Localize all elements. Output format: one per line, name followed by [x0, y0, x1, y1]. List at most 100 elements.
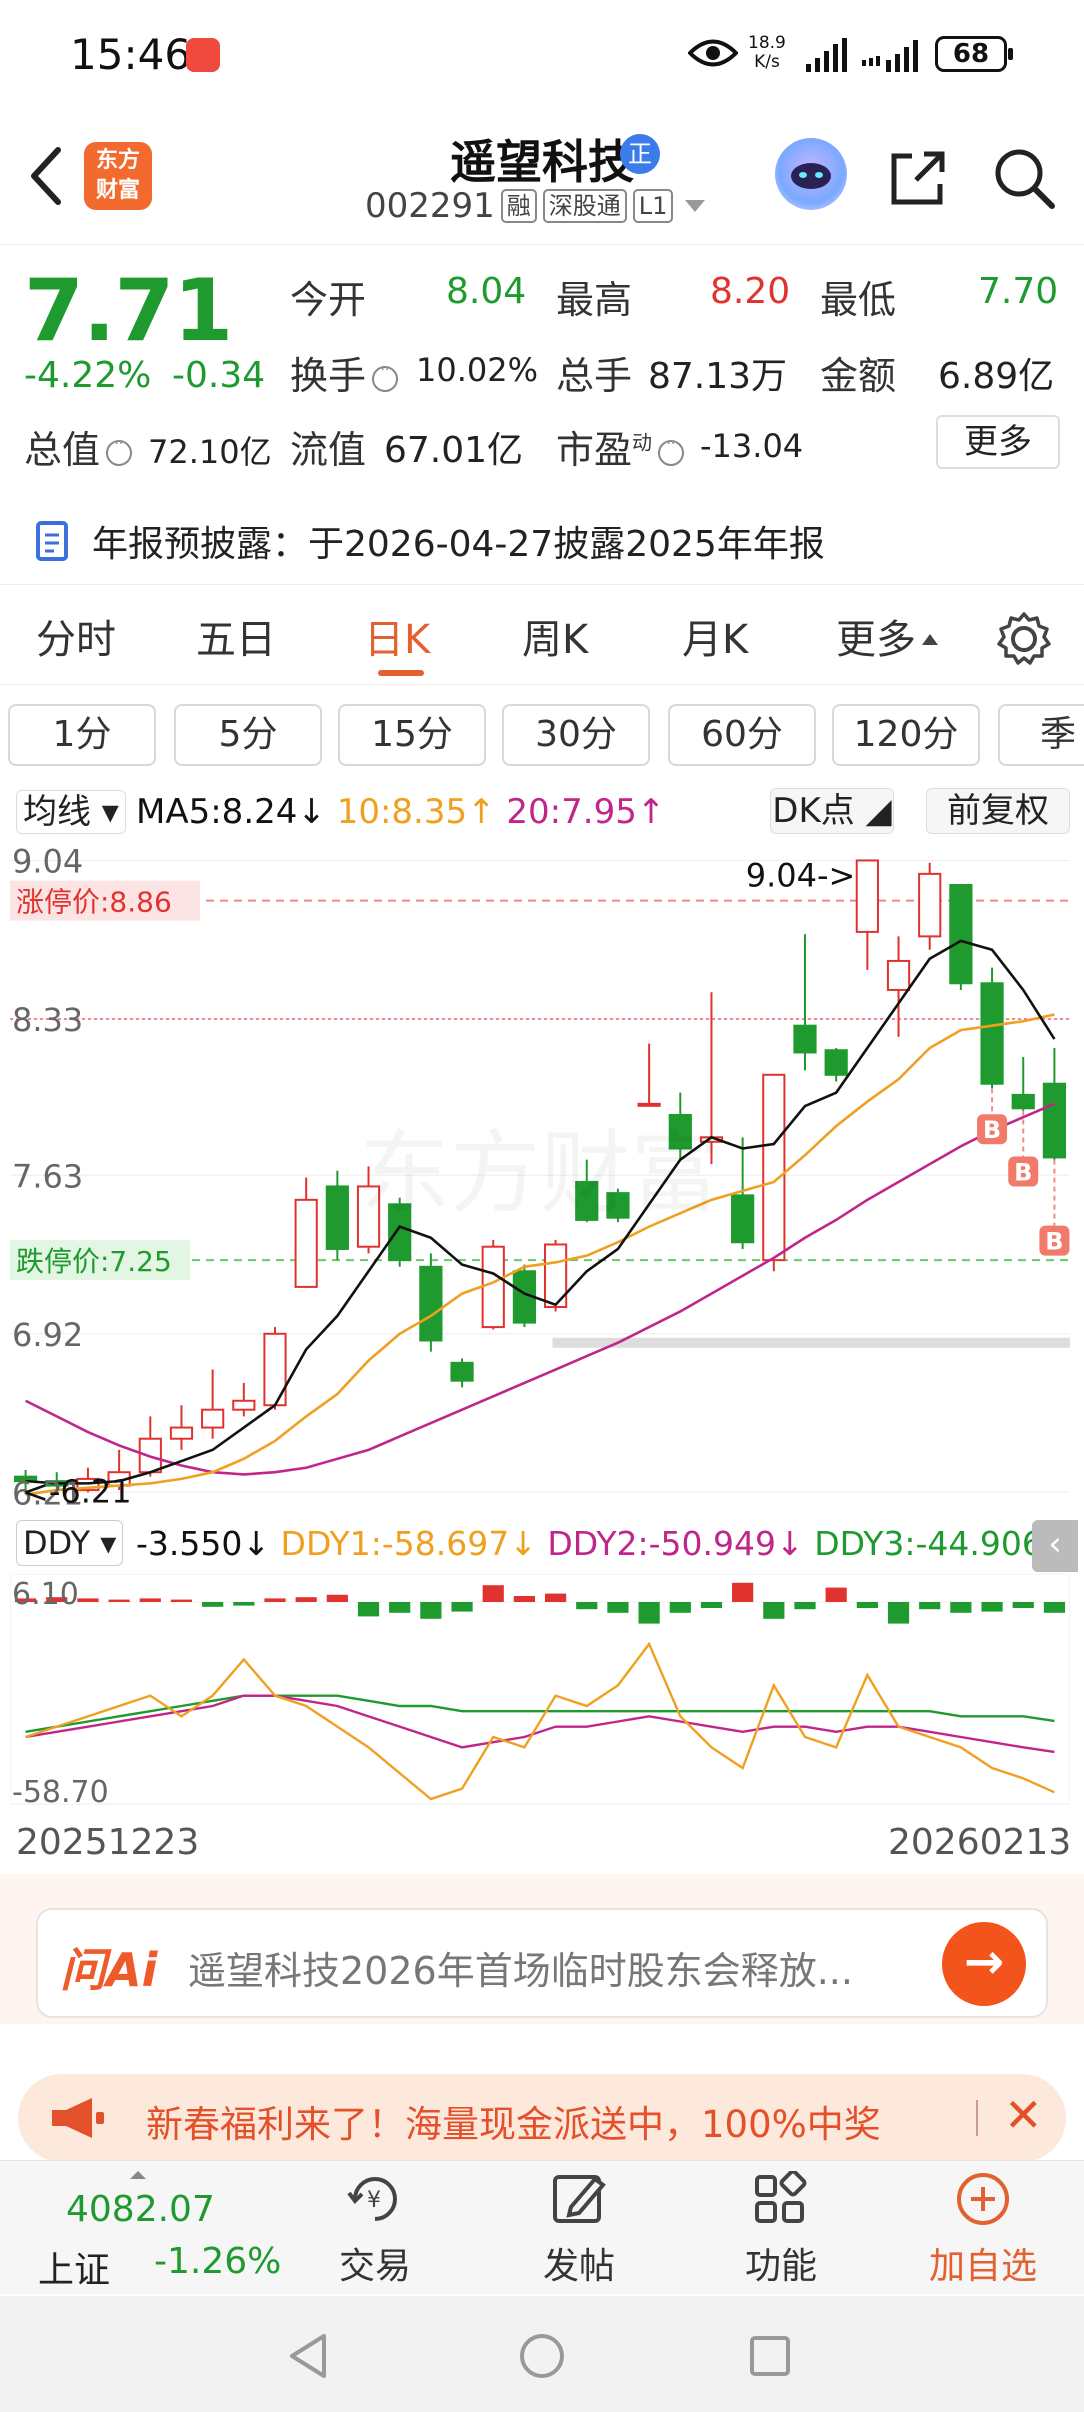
ai-question-box[interactable]: 问Ai 遥望科技2026年首场临时股东会释放... →: [36, 1908, 1048, 2018]
b-marker-label: B: [983, 1116, 1001, 1144]
promo-divider: [976, 2100, 978, 2136]
share-icon[interactable]: [886, 146, 950, 210]
caret-up-icon: [922, 634, 938, 645]
candle-body: [169, 1426, 194, 1440]
tab-weekly-k[interactable]: 周K: [522, 607, 588, 665]
price-adjust-button[interactable]: 前复权: [926, 788, 1070, 834]
change-amount: -0.34: [172, 355, 266, 396]
system-nav-bar: [0, 2296, 1084, 2412]
ddy-bar: [856, 1602, 878, 1608]
period-60min-button[interactable]: 60分: [668, 704, 816, 766]
candle-body: [731, 1194, 755, 1244]
close-icon[interactable]: ✕: [1004, 2088, 1043, 2142]
gear-icon[interactable]: [996, 611, 1052, 667]
minute-period-bar: 1分 5分 15分 30分 60分 120分 季: [0, 700, 1084, 770]
ddy-bar: [170, 1599, 193, 1602]
index-value[interactable]: 4082.07: [66, 2189, 215, 2230]
indicator-select[interactable]: 均线 ▾: [16, 790, 126, 834]
nav-add-watchlist[interactable]: 加自选: [908, 2171, 1058, 2289]
ddy-values: -3.550↓ DDY1:-58.697↓ DDY2:-50.949↓ DDY3…: [136, 1524, 1071, 1563]
arrow-right-icon[interactable]: →: [942, 1922, 1026, 2006]
candle-body: [980, 982, 1004, 1085]
period-15min-button[interactable]: 15分: [338, 704, 486, 766]
period-5min-button[interactable]: 5分: [174, 704, 322, 766]
announcement-banner[interactable]: 年报预披露：于2026-04-27披露2025年年报: [0, 505, 1084, 585]
index-name[interactable]: 上证: [38, 2241, 110, 2293]
ddy-bar: [576, 1602, 598, 1610]
change-percent: -4.22%: [24, 355, 152, 396]
info-icon[interactable]: [106, 436, 133, 466]
status-bar: 15:46 18.9 K/s 68: [0, 0, 1084, 110]
chevron-down-icon[interactable]: [685, 200, 706, 212]
collapse-panel-button[interactable]: ‹: [1032, 1520, 1078, 1572]
candle-body: [1042, 1082, 1067, 1159]
period-1min-button[interactable]: 1分: [8, 704, 156, 766]
ddy-bar: [513, 1596, 536, 1602]
ai-section: 问Ai 遥望科技2026年首场临时股东会释放... →: [0, 1874, 1084, 2024]
back-triangle-icon[interactable]: [286, 2332, 330, 2380]
dk-point-button[interactable]: DK点 ◢: [770, 788, 894, 834]
x-axis-start-date: 20251223: [16, 1822, 200, 1863]
period-quarter-button[interactable]: 季: [998, 704, 1084, 766]
promo-banner[interactable]: 新春福利来了！海量现金派送中，100%中奖 ✕: [18, 2074, 1066, 2162]
volume-label: 总手: [556, 354, 633, 398]
low-label: 最低: [820, 278, 897, 322]
tab-intraday[interactable]: 分时: [36, 607, 116, 665]
support-band: [552, 1337, 1070, 1348]
home-circle-icon[interactable]: [518, 2332, 566, 2380]
ddy-frame: [9, 1573, 1071, 1805]
more-quote-button[interactable]: 更多: [936, 415, 1060, 469]
margin-tag: 融: [500, 189, 537, 223]
candlestick-chart[interactable]: B B B 9.04 8.33 7.63 6.92 6.21 涨停价:8.86 跌停价:7.25 9…: [10, 844, 1070, 1512]
expand-index-icon[interactable]: [130, 2171, 146, 2179]
ddy-bar: [981, 1602, 1003, 1612]
candle-body: [762, 1073, 786, 1262]
high-value: 8.20: [710, 271, 791, 312]
period-120min-button[interactable]: 120分: [832, 704, 980, 766]
y-tick-label: 6.92: [12, 1316, 83, 1354]
tab-monthly-k[interactable]: 月K: [682, 607, 748, 665]
ddy-bar: [264, 1598, 286, 1602]
candle-body: [949, 884, 973, 985]
quote-panel: 7.71 -4.22% -0.34 今开 8.04 最高 8.20 最低 7.7…: [0, 255, 1084, 495]
index-change-pct[interactable]: -1.26%: [154, 2241, 281, 2282]
trade-icon: ¥: [347, 2177, 397, 2221]
ddy-bar: [607, 1602, 629, 1613]
candlestick-svg[interactable]: BBB9.048.337.636.926.21涨停价:8.86跌停价:7.259…: [10, 844, 1070, 1512]
info-icon[interactable]: [372, 362, 399, 392]
ma-values: MA5:8.24↓ 10:8.35↑ 20:7.95↑: [136, 792, 665, 832]
nav-trade[interactable]: ¥ 交易: [300, 2171, 450, 2289]
ddy-bar: [1012, 1602, 1034, 1608]
mktcap-value: 72.10亿: [148, 433, 272, 471]
ma5-value: MA5:8.24↓: [136, 792, 326, 832]
ddy-bar: [202, 1602, 224, 1607]
stock-header: 东方 财富 遥望科技 正 002291 融 深股通 L1: [0, 120, 1084, 245]
ddy-bar: [919, 1602, 941, 1610]
tab-five-day[interactable]: 五日: [196, 607, 276, 665]
ddy-svg: 6.10 -58.70: [9, 1573, 1071, 1810]
status-time: 15:46: [70, 30, 192, 79]
ai-assistant-icon[interactable]: [775, 138, 847, 210]
nav-post[interactable]: 发帖: [504, 2171, 654, 2289]
ddy-chart[interactable]: 6.10 -58.70: [9, 1573, 1071, 1814]
search-icon[interactable]: [992, 146, 1056, 210]
info-icon[interactable]: [658, 436, 685, 466]
pe-label: 市盈动: [556, 419, 690, 474]
candle-body: [793, 1024, 817, 1054]
nav-functions[interactable]: 功能: [706, 2169, 856, 2289]
recents-square-icon[interactable]: [748, 2334, 792, 2378]
b-marker-label: B: [1014, 1159, 1032, 1187]
mktcap-label: 总值: [24, 419, 138, 474]
tab-daily-k[interactable]: 日K: [364, 607, 430, 665]
ddy-bar: [233, 1602, 255, 1606]
signal-icon: [806, 38, 847, 72]
period-30min-button[interactable]: 30分: [502, 704, 650, 766]
limit-down-label: 跌停价:7.25: [16, 1245, 172, 1278]
tab-more[interactable]: 更多: [836, 607, 938, 665]
open-label: 今开: [290, 278, 367, 322]
turnover-label: 换手: [290, 345, 404, 400]
bottom-nav: 4082.07 上证 -1.26% ¥ 交易 发帖 功能 加自选: [0, 2160, 1084, 2294]
ddy-bar: [357, 1602, 380, 1617]
ddy-indicator-select[interactable]: DDY ▾: [16, 1520, 124, 1566]
stock-code-row[interactable]: 002291 融 深股通 L1: [365, 186, 706, 226]
